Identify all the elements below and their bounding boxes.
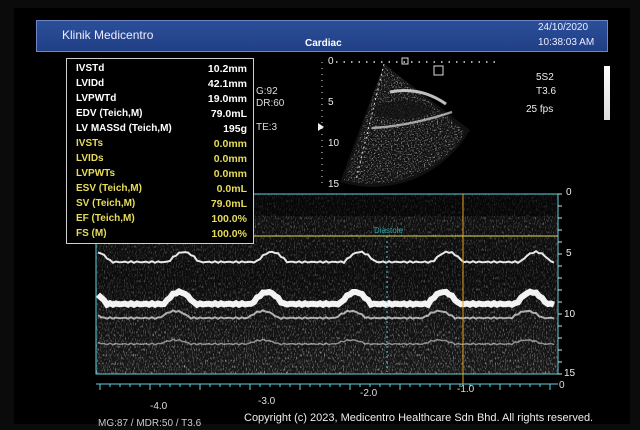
measurement-row: LVPWTd 19.0mm <box>67 92 253 107</box>
measurement-row: ESV (Teich,M) 0.0mL <box>67 182 253 197</box>
measurement-name: ESV (Teich,M) <box>76 183 142 194</box>
sector-depth-0: 0 <box>328 56 334 67</box>
measurement-value: 19.0mm <box>207 93 247 105</box>
measurement-row: LVPWTs 0.0mm <box>67 167 253 182</box>
time-label-0: 0 <box>559 380 565 391</box>
measurement-name: LVPWTd <box>76 93 117 104</box>
mmode-depth-15: 15 <box>564 368 576 379</box>
measurement-name: LVPWTs <box>76 168 116 179</box>
measurement-row: IVSTs 0.0mm <box>67 137 253 152</box>
mmode-depth-0: 0 <box>566 187 572 198</box>
measurement-name: EF (Teich,M) <box>76 213 135 224</box>
time-label-minus1: -1.0 <box>457 384 475 395</box>
measurement-value: 0.0mL <box>216 183 247 195</box>
copyright-notice: Copyright (c) 2023, Medicentro Healthcar… <box>244 412 594 424</box>
measurement-name: FS (M) <box>76 228 107 239</box>
mmode-depth-5: 5 <box>566 248 572 259</box>
measurement-value: 42.1mm <box>207 78 247 90</box>
time-label-minus3: -3.0 <box>258 396 276 407</box>
measurement-name: IVSTs <box>76 138 104 149</box>
sector-depth-15: 15 <box>328 179 340 190</box>
measurement-row: SV (Teich,M) 79.0mL <box>67 197 253 212</box>
sector-depth-5: 5 <box>328 97 334 108</box>
time-label-minus4: -4.0 <box>150 401 168 412</box>
measurement-row: IVSTd 10.2mm <box>67 62 253 77</box>
measurement-row: FS (M) 100.0% <box>67 227 253 242</box>
measurement-value: 79.0mL <box>210 108 247 120</box>
measurement-name: IVSTd <box>76 63 105 74</box>
measurement-name: LVIDd <box>76 78 105 89</box>
sector-image <box>340 63 470 187</box>
measurement-name: EDV (Teich,M) <box>76 108 143 119</box>
mmode-params: MG:87 / MDR:50 / T3.6 <box>98 418 202 429</box>
measurement-value: 0.0mm <box>213 138 247 150</box>
measurement-name: LVIDs <box>76 153 104 164</box>
measurement-row: EDV (Teich,M) 79.0mL <box>67 107 253 122</box>
measurement-name: LV MASSd (Teich,M) <box>76 123 172 134</box>
measurement-value: 0.0mm <box>213 168 247 180</box>
measurement-row: LV MASSd (Teich,M) 195g <box>67 122 253 137</box>
measurement-panel: IVSTd 10.2mm LVIDd 42.1mm LVPWTd 19.0mm EDV (T… <box>66 58 254 244</box>
measurement-value: 79.0mL <box>210 198 247 210</box>
sector-depth-10: 10 <box>328 138 340 149</box>
measurement-name: SV (Teich,M) <box>76 198 136 209</box>
measurement-row: EF (Teich,M) 100.0% <box>67 212 253 227</box>
measurement-value: 195g <box>223 123 247 135</box>
diastole-marker-label: Diastole <box>374 226 403 235</box>
measurement-value: 100.0% <box>211 213 247 225</box>
measurement-row: LVIDd 42.1mm <box>67 77 253 92</box>
mmode-depth-10: 10 <box>564 309 576 320</box>
measurement-value: 10.2mm <box>207 63 247 75</box>
measurement-row: LVIDs 0.0mm <box>67 152 253 167</box>
measurement-value: 0.0mm <box>213 153 247 165</box>
measurement-value: 100.0% <box>211 228 247 240</box>
time-label-minus2: -2.0 <box>360 388 378 399</box>
